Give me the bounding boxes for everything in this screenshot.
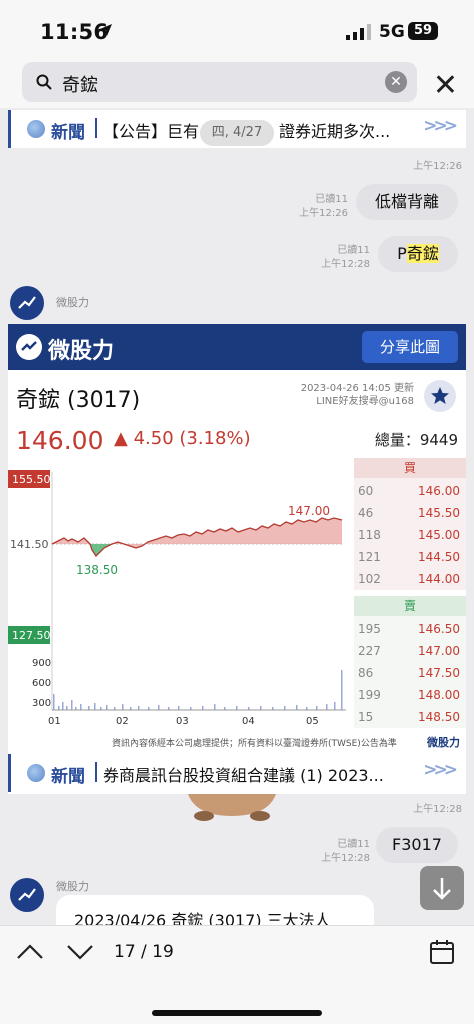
trend-up-icon [18,888,36,901]
message-preview[interactable]: 2023/04/26 奇鋐 (3017) 三大法人 [56,895,374,925]
order-row: 118 145.00 [358,528,460,542]
sender-name: 微股力 [56,296,89,309]
brand-name: 微股力 [48,339,115,364]
vol-tick-900: 900 [32,658,51,669]
stock-card[interactable]: 微股力 分享此圖 奇鋐 (3017) 2023-04-26 14:05 更新 L… [8,324,466,794]
chevrons-right-icon: >>> [423,760,458,780]
arrow-down-icon [433,878,451,900]
order-row: 86 147.50 [358,666,460,680]
scroll-down-button[interactable] [420,866,464,910]
news-text: 券商晨訊台股投資組合建議 (1) 2023... [103,766,384,785]
intraday-chart: 155.50 141.50 147.00 138.50 127.50 900 6… [8,470,346,727]
sell-orders: 195 146.50 227 147.00 86 147.50 199 148.00 1… [354,616,466,728]
total-volume: 總量：9449 [374,431,458,449]
timestamp: 上午12:26 [299,208,348,219]
footer-brand: 微股力 [427,736,460,749]
date-separator: 四, 4/27 [200,120,274,146]
order-row: 46 145.50 [358,506,460,520]
ref-label: 141.50 [10,538,49,551]
price-change: ▲ 4.50 (3.18%) [114,428,251,449]
buy-header: 買 [354,458,466,478]
order-row: 227 147.00 [358,644,460,658]
vol-tick-600: 600 [32,678,51,689]
avatar[interactable] [10,878,44,912]
search-navigation-bar: 17 / 19 [0,925,474,1024]
news-label: 新聞 [51,123,85,143]
volume-bars [53,670,343,710]
order-row: 199 148.00 [358,688,460,702]
divider [95,762,97,782]
timestamp: 上午12:28 [413,804,462,815]
line-id: LINE好友搜尋@u168 [316,396,414,407]
stock-name: 奇鋐 (3017) [16,388,141,413]
update-time: 2023-04-26 14:05 更新 [300,383,414,394]
high-label: 155.50 [12,473,51,486]
disclaimer: 資訊內容係經本公司處理提供；所有資料以臺灣證券所(TWSE)公告為準 [112,739,397,749]
sender-name: 微股力 [56,880,89,893]
news-text: 【公告】巨有 [103,122,200,141]
timestamp: 上午12:26 [413,161,462,172]
trend-up-icon [18,296,36,309]
stock-price: 146.00 [16,426,104,455]
location-arrow-icon [100,24,112,36]
avatar[interactable] [10,286,44,320]
search-bar: 奇鋐 ✕ ✕ [0,58,474,108]
news-banner-bottom[interactable]: 新聞 券商晨訊台股投資組合建議 (1) 2023... >>> [8,754,466,792]
network-type: 5G [379,22,405,42]
order-row: 60 146.00 [358,484,460,498]
chevrons-right-icon: >>> [423,116,458,136]
globe-icon [27,120,45,138]
sticker-image [188,794,276,821]
x-tick-03: 03 [176,716,189,727]
cellular-signal-icon [346,24,371,40]
min-label: 138.50 [76,563,118,577]
message-bubble[interactable]: 低檔背離 [356,184,458,220]
news-label: 新聞 [51,767,85,787]
card-header: 微股力 分享此圖 [8,324,466,370]
battery-icon: 59 [408,22,438,40]
message-bubble[interactable]: F3017 [376,827,458,863]
clear-search-icon[interactable]: ✕ [385,71,407,93]
read-status: 已讀11 [337,839,370,850]
share-button[interactable]: 分享此圖 [362,331,458,363]
home-indicator [152,1010,322,1016]
update-info: 2023-04-26 14:05 更新 LINE好友搜尋@u168 [301,382,414,408]
x-tick-05: 05 [306,716,319,727]
message-bubble[interactable]: P奇鋐 [378,236,458,272]
search-input[interactable]: 奇鋐 ✕ [22,62,417,102]
x-tick-01: 01 [48,716,61,727]
timestamp: 上午12:28 [321,853,370,864]
calendar-icon[interactable] [428,938,456,966]
previous-result-button[interactable] [14,938,46,966]
news-text-tail: 證券近期多次... [279,122,391,141]
order-row: 15 148.50 [358,710,460,724]
divider [95,118,97,138]
order-row: 121 144.50 [358,550,460,564]
status-bar: 11:56 5G 59 [0,0,474,58]
low-label: 127.50 [12,629,51,642]
search-highlight: 奇鋐 [406,244,439,263]
buy-orders: 60 146.00 46 145.50 118 145.00 121 144.50 10… [354,478,466,590]
favorite-star-icon[interactable] [424,380,456,412]
vol-tick-300: 300 [32,698,51,709]
max-label: 147.00 [288,504,330,518]
read-status: 已讀11 [337,245,370,256]
x-tick-04: 04 [242,716,255,727]
close-icon[interactable]: ✕ [433,68,458,103]
result-count: 17 / 19 [114,942,174,962]
search-query: 奇鋐 [62,75,98,96]
search-icon [36,74,52,90]
sell-header: 賣 [354,596,466,616]
x-tick-02: 02 [116,716,129,727]
order-row: 195 146.50 [358,622,460,636]
read-status: 已讀11 [315,194,348,205]
message-text: P [397,244,407,263]
brand-logo-icon [16,334,42,360]
timestamp: 上午12:28 [321,259,370,270]
next-result-button[interactable] [64,938,96,966]
order-row: 102 144.00 [358,572,460,586]
globe-icon [27,764,45,782]
